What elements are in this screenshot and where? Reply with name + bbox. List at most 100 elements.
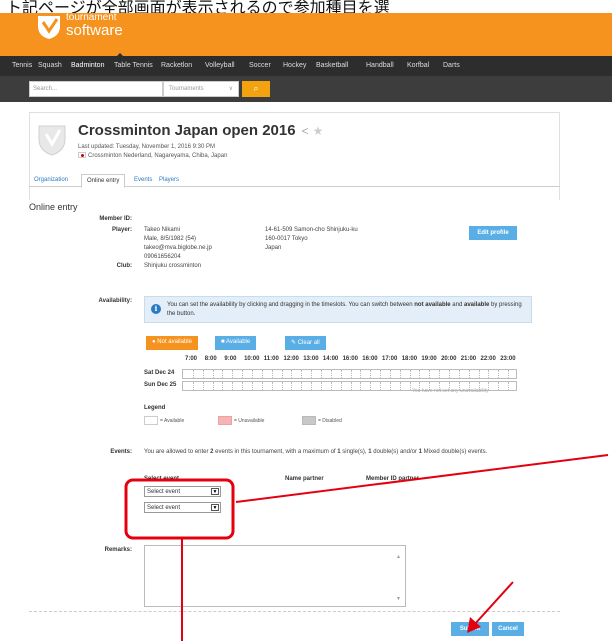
tab-online-entry[interactable]: Online entry (81, 174, 126, 188)
timeslot-divider (360, 382, 362, 390)
event-select-2[interactable]: Select event ▼ (144, 502, 221, 513)
sport-link-hockey[interactable]: Hockey (283, 62, 306, 69)
sport-link-tennis[interactable]: Tennis (12, 62, 32, 69)
sport-link-volleyball[interactable]: Volleyball (205, 62, 235, 69)
timeslot-divider (399, 370, 401, 378)
hour-label: 16:00 (362, 356, 378, 362)
timeslot-divider (498, 370, 500, 378)
sport-link-darts[interactable]: Darts (443, 62, 460, 69)
timeslot-divider (449, 370, 451, 378)
timeslot-divider (212, 370, 214, 378)
sport-link-basketball[interactable]: Basketball (316, 62, 348, 69)
timeslot-divider (389, 382, 391, 390)
sport-link-racketlon[interactable]: Racketlon (161, 62, 192, 69)
timeslot-divider (380, 370, 382, 378)
star-icon[interactable]: ★ (313, 124, 324, 138)
timeslot-divider (212, 382, 214, 390)
tournament-title: Crossminton Japan open 2016 (78, 122, 296, 139)
day-label-sun: Sun Dec 25 (144, 382, 177, 388)
timeslot-divider (399, 382, 401, 390)
timeslot-divider (508, 370, 510, 378)
timeslot-divider (232, 370, 234, 378)
info-available: available (463, 302, 490, 308)
available-button[interactable]: ■ Available (215, 336, 257, 350)
timeslot-divider (192, 370, 194, 378)
timeslot-divider (281, 370, 283, 378)
timeslot-divider (360, 370, 362, 378)
col-member-id-partner: Member ID partner (366, 476, 420, 482)
events-text-c: single(s), (340, 449, 369, 455)
events-text-a: You are allowed to enter (144, 449, 211, 455)
timeslot-divider (389, 370, 391, 378)
timeslot-divider (242, 370, 244, 378)
events-label: Events: (110, 449, 132, 455)
availability-info-box: i You can set the availability by clicki… (144, 296, 532, 323)
tab-organization[interactable]: Organization (29, 174, 73, 188)
timeslot-divider (340, 382, 342, 390)
tab-players[interactable]: Players (154, 174, 184, 188)
submit-button[interactable]: Submit (451, 622, 489, 636)
event-select-1[interactable]: Select event ▼ (144, 486, 221, 497)
info-icon: i (151, 304, 161, 314)
timeslot-divider (222, 370, 224, 378)
section-heading: Online entry (29, 202, 78, 212)
hour-label: 23:00 (500, 356, 516, 362)
sport-link-korfbal[interactable]: Korfbal (407, 62, 429, 69)
timeslot-divider (251, 370, 253, 378)
timeslot-divider (261, 382, 263, 390)
hour-label: 7:00 (185, 356, 198, 362)
cancel-button[interactable]: Cancel (492, 622, 524, 636)
timeslot-divider (202, 370, 204, 378)
legend-swatch-unavailable (218, 416, 232, 425)
player-email: takeo@mva.biglobe.ne.jp (144, 245, 212, 251)
col-name-partner: Name partner (285, 476, 324, 482)
remarks-textarea[interactable]: ▲ ▼ (144, 545, 406, 607)
sport-link-badminton[interactable]: Badminton (71, 62, 104, 69)
logo-icon[interactable] (36, 14, 62, 40)
search-bar: Search... Tournaments ∨ ⌕ (0, 76, 612, 102)
search-button[interactable]: ⌕ (242, 81, 270, 97)
edit-profile-button[interactable]: Edit profile (469, 226, 517, 240)
sport-link-handball[interactable]: Handball (366, 62, 394, 69)
scroll-up-icon[interactable]: ▲ (396, 554, 401, 560)
timeslot-divider (350, 382, 352, 390)
clear-all-button[interactable]: ✎ Clear all (285, 336, 326, 350)
chevron-down-icon: ∨ (228, 86, 233, 92)
hour-label: 18:00 (401, 356, 418, 362)
col-select-event: Select event (144, 476, 180, 482)
club-name: Shinjuku crossminton (144, 263, 202, 269)
timeslot-divider (222, 382, 224, 390)
search-scope-select[interactable]: Tournaments ∨ (163, 81, 239, 97)
timeslot-row-sat[interactable] (182, 369, 517, 379)
address-line2: 160-0017 Tokyo (265, 236, 308, 242)
tab-bar: Organization Online entry Events Players (29, 172, 560, 188)
availability-label: Availability: (98, 298, 132, 304)
sport-link-squash[interactable]: Squash (38, 62, 62, 69)
share-icon[interactable]: < (302, 124, 309, 138)
timeslot-divider (419, 370, 421, 378)
not-available-button[interactable]: ● Not available (146, 336, 198, 350)
annotation-arrow-to-submit (473, 581, 514, 626)
sport-link-soccer[interactable]: Soccer (249, 62, 271, 69)
timeslot-divider (468, 370, 470, 378)
events-rules-text: You are allowed to enter 2 events in thi… (144, 448, 524, 457)
timeslot-divider (380, 382, 382, 390)
scroll-down-icon[interactable]: ▼ (396, 596, 401, 602)
hour-label: 11:00 (263, 356, 279, 362)
tournament-location: Crossminton Nederland, Nagareyama, Chiba… (78, 152, 227, 159)
location-text: Crossminton Nederland, Nagareyama, Chiba… (88, 153, 228, 159)
sport-link-table-tennis[interactable]: Table Tennis (114, 62, 153, 69)
hour-label: 22:00 (480, 356, 496, 362)
hour-label: 10:00 (244, 356, 260, 362)
hour-label: 16:00 (342, 356, 358, 362)
search-input[interactable]: Search... (29, 81, 163, 97)
timeslot-divider (330, 370, 332, 378)
timeslot-divider (340, 370, 342, 378)
timeslot-divider (301, 370, 303, 378)
brand-wordmark[interactable]: tournament software (66, 13, 123, 39)
legend-unavailable: = Unavailable (234, 418, 265, 424)
legend-swatch-available (144, 416, 158, 425)
timeslot-divider (370, 382, 372, 390)
chevron-down-icon: ▼ (211, 504, 219, 511)
timeslot-divider (439, 370, 441, 378)
